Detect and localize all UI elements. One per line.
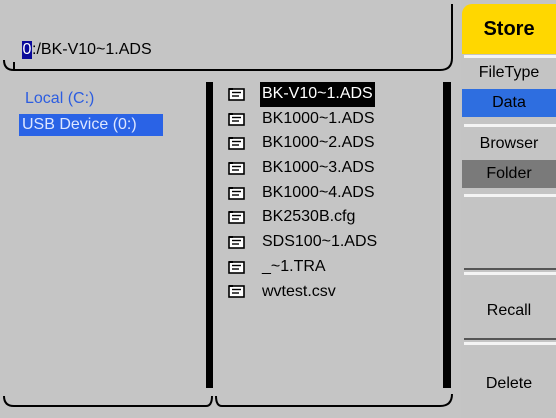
file-list-item[interactable]: BK1000~1.ADS (228, 107, 379, 132)
drive-list: Local (C:) USB Device (0:) (19, 88, 163, 140)
file-list-item[interactable]: BK2530B.cfg (228, 205, 379, 230)
document-icon (228, 235, 245, 249)
file-list-item[interactable]: BK-V10~1.ADS (228, 82, 379, 107)
file-list-item[interactable]: wvtest.csv (228, 280, 379, 305)
menu-divider (464, 268, 556, 270)
browser-value[interactable]: Folder (462, 160, 556, 188)
document-icon (228, 260, 245, 274)
file-list-item[interactable]: BK1000~2.ADS (228, 131, 379, 156)
browser-label[interactable]: Browser (462, 131, 556, 157)
menu-divider (464, 342, 556, 345)
file-name: BK1000~2.ADS (262, 134, 375, 152)
document-icon (228, 161, 245, 175)
file-list-item[interactable]: BK1000~3.ADS (228, 156, 379, 181)
menu-title-store: Store (462, 4, 556, 54)
document-icon (228, 186, 245, 200)
filetype-label[interactable]: FileType (462, 60, 556, 86)
drive-item-local[interactable]: Local (C:) (22, 88, 163, 110)
document-icon (228, 87, 245, 101)
drive-item-usb[interactable]: USB Device (0:) (19, 114, 163, 136)
menu-divider (464, 338, 556, 340)
file-name: wvtest.csv (262, 282, 336, 300)
menu-divider (464, 194, 556, 197)
file-name: BK1000~3.ADS (262, 159, 375, 177)
empty-softkey[interactable] (462, 200, 556, 266)
file-name: BK1000~1.ADS (262, 109, 375, 127)
right-scrollbar[interactable] (443, 82, 451, 388)
current-path: 0:/BK-V10~1.ADS (22, 41, 152, 61)
document-icon (228, 137, 245, 151)
path-cursor: 0 (22, 41, 32, 59)
filetype-value[interactable]: Data (462, 89, 556, 117)
document-icon (228, 112, 245, 126)
file-name: BK2530B.cfg (262, 208, 356, 226)
file-list-item[interactable]: SDS100~1.ADS (228, 230, 379, 255)
file-list: BK-V10~1.ADS BK1000~1.ADS BK1000~2.ADS BK10… (228, 82, 379, 304)
file-name: _~1.TRA (262, 257, 326, 275)
menu-divider (464, 55, 556, 58)
recall-button[interactable]: Recall (462, 276, 556, 346)
file-list-item[interactable]: BK1000~4.ADS (228, 181, 379, 206)
file-name: BK1000~4.ADS (262, 183, 375, 201)
menu-divider (464, 124, 556, 127)
file-list-item[interactable]: _~1.TRA (228, 255, 379, 280)
left-scrollbar[interactable] (206, 82, 213, 388)
delete-button[interactable]: Delete (462, 350, 556, 418)
path-text: :/BK-V10~1.ADS (32, 41, 152, 58)
file-name: BK-V10~1.ADS (260, 82, 375, 107)
file-name: SDS100~1.ADS (262, 233, 378, 251)
document-icon (228, 211, 245, 225)
document-icon (228, 285, 245, 299)
menu-divider (464, 272, 556, 275)
